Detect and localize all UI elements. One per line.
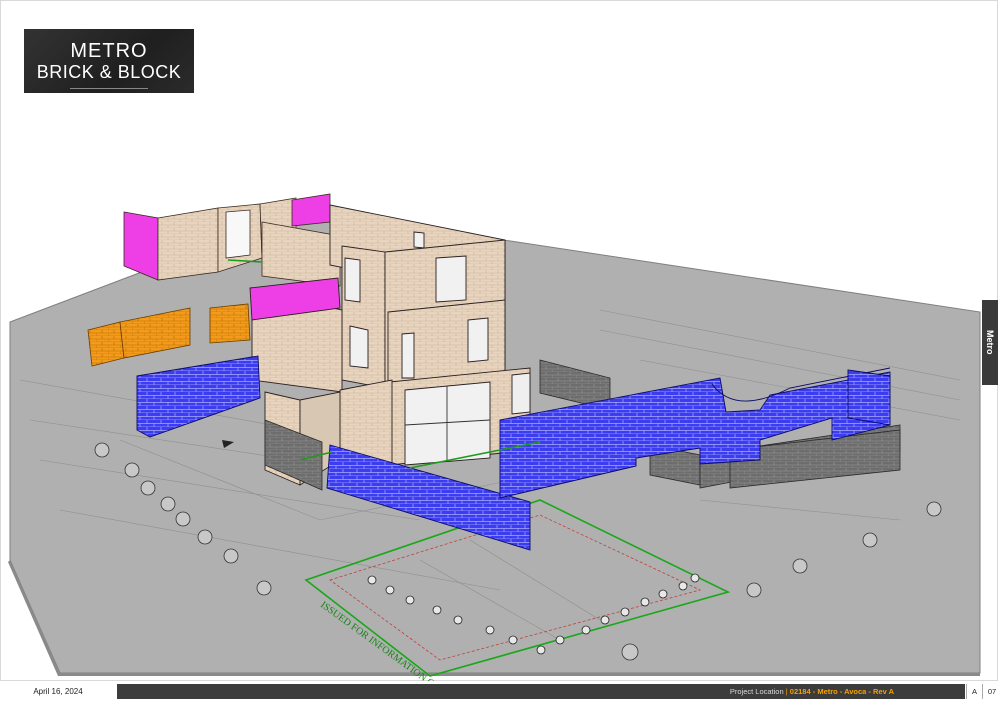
footer-title-bar: Project Location | 02184 - Metro - Avoca… (117, 684, 965, 699)
model-viewport[interactable]: ISSUED FOR INFORMATION ONLY (0, 0, 1000, 681)
footer-revision: A (966, 684, 982, 699)
brand-line-2: BRICK & BLOCK (36, 62, 182, 82)
footer-date: April 16, 2024 (33, 687, 83, 696)
footer-separator: | (785, 687, 788, 696)
footer-project-ref: 02184 - Metro - Avoca - Rev A (789, 687, 894, 696)
brand-logo: METRO BRICK & BLOCK (24, 29, 194, 93)
footer-page-number: 07 (982, 684, 1000, 699)
side-tab-metro[interactable]: Metro (982, 300, 998, 385)
footer-location-label: Project Location (729, 687, 784, 696)
brand-underline (70, 88, 148, 89)
brand-line-1: METRO (70, 40, 148, 62)
